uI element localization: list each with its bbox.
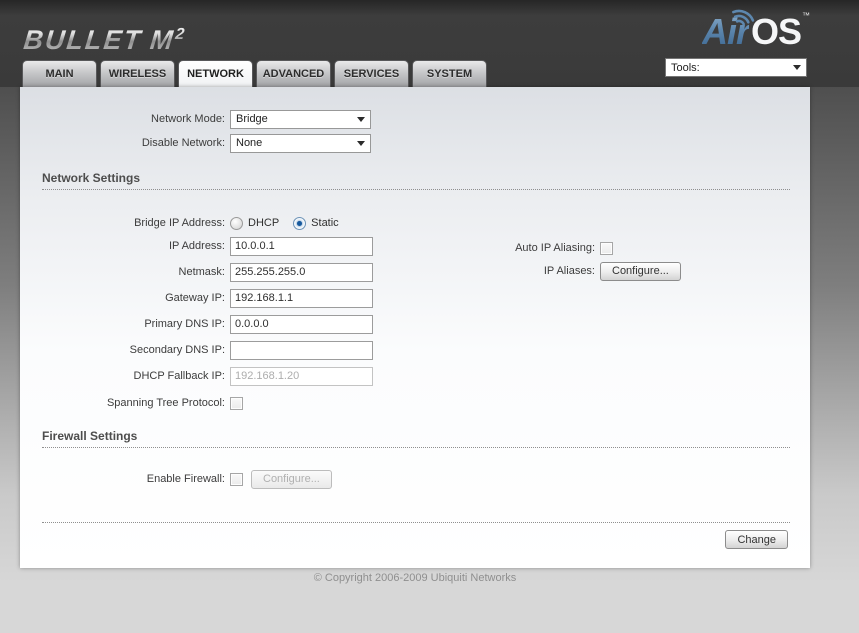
enable-firewall-label: Enable Firewall:	[146, 473, 225, 485]
ip-aliases-label: IP Aliases:	[543, 265, 595, 277]
tab-main[interactable]: MAIN	[22, 60, 97, 87]
dhcp-radio-label: DHCP	[248, 217, 280, 229]
tools-dropdown[interactable]: Tools:	[665, 58, 807, 77]
network-settings-panel: Network Mode: Bridge Disable Network: No…	[20, 87, 810, 568]
tab-services[interactable]: SERVICES	[334, 60, 409, 87]
brand-text: BULLET	[22, 25, 144, 55]
disable-network-select[interactable]: None	[230, 133, 371, 153]
secondary-dns-input[interactable]	[230, 340, 373, 360]
firewall-settings-title: Firewall Settings	[42, 429, 790, 448]
bullet-m2-logo: BULLET M2	[22, 21, 185, 54]
ip-aliases-configure-button[interactable]: Configure...	[600, 261, 681, 281]
auto-ip-aliasing-checkbox[interactable]	[600, 241, 613, 255]
gateway-ip-input[interactable]	[230, 288, 373, 308]
dhcp-fallback-input[interactable]	[230, 366, 373, 386]
network-mode-label: Network Mode:	[151, 113, 225, 125]
network-mode-row: Network Mode: Bridge	[20, 109, 371, 129]
disable-network-label: Disable Network:	[141, 137, 225, 149]
netmask-row: Netmask:	[20, 262, 373, 282]
dhcp-radio[interactable]	[230, 216, 243, 230]
disable-network-row: Disable Network: None	[20, 133, 371, 153]
chevron-down-icon	[357, 116, 365, 122]
tab-system[interactable]: SYSTEM	[412, 60, 487, 87]
airos-page: BULLET M2 AirOS™ MAIN WIRELESS NETWORK AD…	[0, 0, 859, 633]
primary-dns-row: Primary DNS IP:	[20, 314, 373, 334]
secondary-dns-label: Secondary DNS IP:	[129, 344, 225, 356]
gateway-ip-row: Gateway IP:	[20, 288, 373, 308]
primary-dns-label: Primary DNS IP:	[144, 318, 225, 330]
dhcp-fallback-row: DHCP Fallback IP:	[20, 366, 373, 386]
trademark-symbol: ™	[802, 11, 810, 20]
firewall-configure-button[interactable]: Configure...	[251, 469, 332, 489]
bottom-separator	[42, 522, 790, 523]
tab-wireless[interactable]: WIRELESS	[100, 60, 175, 87]
dhcp-fallback-label: DHCP Fallback IP:	[133, 370, 226, 382]
bridge-ip-address-label: Bridge IP Address:	[134, 217, 225, 229]
disable-network-value: None	[236, 137, 263, 149]
netmask-input[interactable]	[230, 262, 373, 282]
spanning-tree-row: Spanning Tree Protocol:	[20, 393, 243, 413]
enable-firewall-row: Enable Firewall: Configure...	[20, 469, 332, 489]
brand-model-sup: 2	[174, 26, 186, 43]
airos-logo: AirOS™	[702, 9, 810, 54]
primary-dns-input[interactable]	[230, 314, 373, 334]
ip-aliases-row: IP Aliases: Configure...	[390, 261, 681, 281]
change-button[interactable]: Change	[725, 530, 788, 549]
static-radio[interactable]	[293, 216, 307, 230]
copyright-text: © Copyright 2006-2009 Ubiquiti Networks	[313, 572, 517, 584]
static-radio-label: Static	[311, 217, 339, 229]
netmask-label: Netmask:	[178, 266, 225, 278]
ip-address-row: IP Address:	[20, 236, 373, 256]
brand-model: M	[148, 25, 177, 55]
header-bar: BULLET M2 AirOS™ MAIN WIRELESS NETWORK AD…	[0, 0, 859, 87]
auto-ip-aliasing-label: Auto IP Aliasing:	[515, 242, 595, 254]
tab-advanced[interactable]: ADVANCED	[256, 60, 331, 87]
spanning-tree-checkbox[interactable]	[230, 396, 243, 410]
bridge-ip-address-row: Bridge IP Address: DHCP Static	[20, 213, 353, 233]
gateway-ip-label: Gateway IP:	[165, 292, 225, 304]
wifi-arcs-icon	[732, 9, 755, 26]
ip-address-label: IP Address:	[168, 240, 225, 252]
ip-address-input[interactable]	[230, 236, 373, 256]
chevron-down-icon	[357, 140, 365, 146]
network-mode-select[interactable]: Bridge	[230, 109, 371, 129]
enable-firewall-checkbox[interactable]	[230, 472, 243, 486]
auto-ip-aliasing-row: Auto IP Aliasing:	[390, 238, 613, 258]
network-settings-title: Network Settings	[42, 171, 790, 190]
main-nav-tabs: MAIN WIRELESS NETWORK ADVANCED SERVICES …	[22, 60, 490, 87]
spanning-tree-label: Spanning Tree Protocol:	[106, 397, 225, 409]
secondary-dns-row: Secondary DNS IP:	[20, 340, 373, 360]
tab-network[interactable]: NETWORK	[178, 60, 253, 87]
tools-dropdown-label: Tools:	[671, 61, 700, 74]
network-mode-value: Bridge	[236, 113, 268, 125]
chevron-down-icon	[793, 65, 801, 70]
